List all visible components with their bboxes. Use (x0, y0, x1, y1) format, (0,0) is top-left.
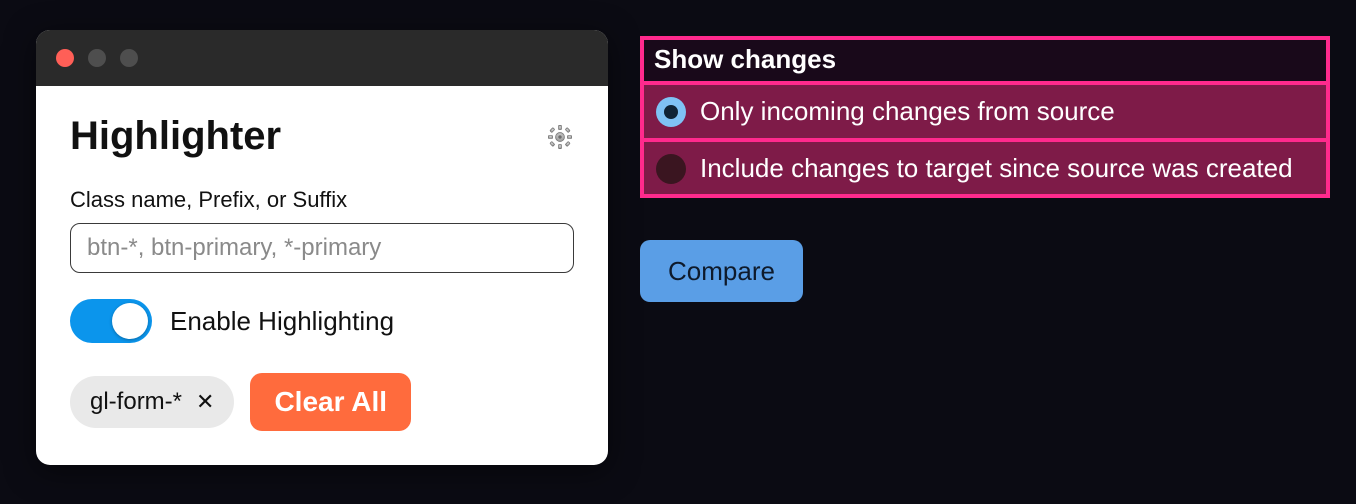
right-area: Show changes Only incoming changes from … (640, 36, 1330, 302)
zoom-icon[interactable] (120, 49, 138, 67)
radio-label: Include changes to target since source w… (700, 152, 1293, 185)
class-pattern-input[interactable] (70, 223, 574, 273)
chip-label: gl-form-* (90, 388, 182, 416)
input-label: Class name, Prefix, or Suffix (70, 187, 574, 213)
chip-row: gl-form-* ✕ Clear All (70, 373, 574, 431)
gear-icon (547, 124, 573, 150)
enable-highlighting-toggle[interactable] (70, 299, 152, 343)
toggle-row: Enable Highlighting (70, 299, 574, 343)
highlighter-panel: Highlighter (36, 86, 608, 465)
clear-all-button[interactable]: Clear All (250, 373, 411, 431)
radio-dot-icon (664, 105, 678, 119)
show-changes-group: Show changes Only incoming changes from … (640, 36, 1330, 198)
radio-option-incoming[interactable]: Only incoming changes from source (644, 85, 1326, 138)
minimize-icon[interactable] (88, 49, 106, 67)
toggle-knob-icon (112, 303, 148, 339)
filter-chip[interactable]: gl-form-* ✕ (70, 376, 234, 428)
panel-heading-row: Highlighter (70, 114, 574, 159)
page-title: Highlighter (70, 114, 281, 159)
radio-option-include-target[interactable]: Include changes to target since source w… (644, 138, 1326, 195)
radio-icon (656, 97, 686, 127)
settings-button[interactable] (546, 123, 574, 151)
radio-label: Only incoming changes from source (700, 95, 1115, 128)
highlighter-window: Highlighter (36, 30, 608, 465)
window-titlebar (36, 30, 608, 86)
radio-icon (656, 154, 686, 184)
toggle-label: Enable Highlighting (170, 306, 394, 337)
close-icon[interactable]: ✕ (196, 391, 214, 413)
show-changes-title: Show changes (644, 40, 1326, 85)
close-icon[interactable] (56, 49, 74, 67)
compare-button[interactable]: Compare (640, 240, 803, 302)
